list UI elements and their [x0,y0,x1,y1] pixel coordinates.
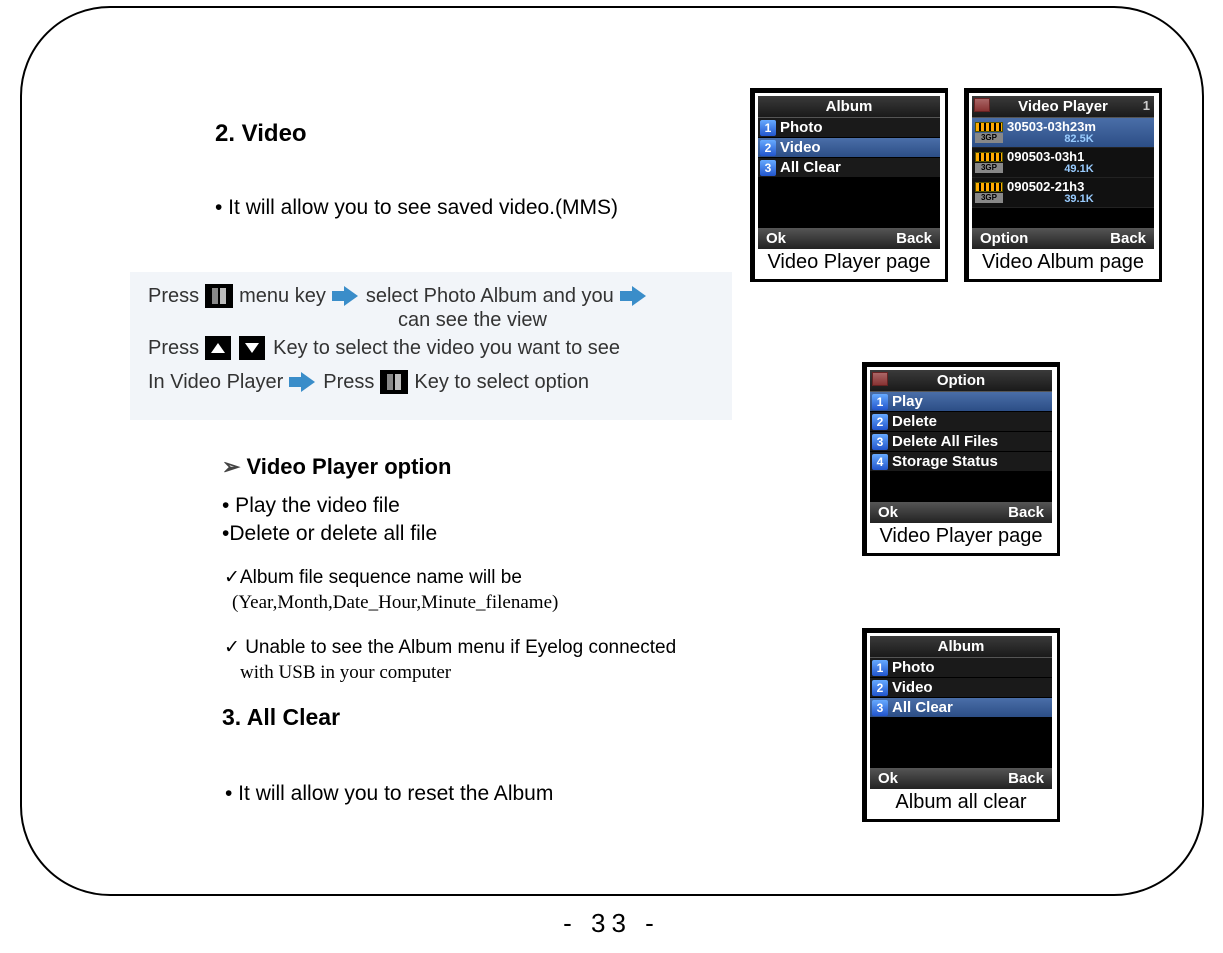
arrow-right-icon [620,286,648,306]
menu-item-label: All Clear [780,159,841,176]
softkey-ok[interactable]: Ok [878,770,898,787]
menu-key-icon [205,284,233,308]
phone-caption: Video Player page [758,249,940,274]
subheading-video-player-option: ➢Video Player option [222,454,451,480]
menu-item-number: 2 [872,414,888,430]
menu-item-number: 2 [760,140,776,156]
instr-text: Press [148,282,199,310]
menu-item[interactable]: 4Storage Status [870,452,1052,472]
note-usb-line2: with USB in your computer [240,662,451,684]
all-clear-intro: • It will allow you to reset the Album [225,782,553,806]
instr-text: menu key [239,282,326,310]
menu-item[interactable]: 1Play [870,392,1052,412]
menu-item-label: Photo [780,119,823,136]
menu-item-label: Video [780,139,821,156]
page-number: - 33 - [0,908,1223,939]
instr-text: Press [323,368,374,396]
menu-item-number: 2 [872,680,888,696]
menu-item-number: 4 [872,454,888,470]
phone-title: Album [758,96,940,118]
menu-item-number: 3 [872,434,888,450]
menu-item[interactable]: 3Delete All Files [870,432,1052,452]
phone-caption: Video Album page [972,249,1154,274]
menu-item[interactable]: 3All Clear [758,158,940,178]
film-3gp-icon: 3GP [975,152,1003,173]
menu-item-label: Video [892,679,933,696]
menu-item[interactable]: 1Photo [870,658,1052,678]
softkey-back[interactable]: Back [1110,230,1146,247]
phone-album-video: Album 1Photo2Video3All Clear Ok Back Vid… [750,88,948,282]
arrow-right-icon [289,372,317,392]
record-icon [974,98,990,112]
phone-caption: Album all clear [870,789,1052,814]
phone-option-menu: Option 1Play2Delete3Delete All Files4Sto… [862,362,1060,556]
menu-item-label: Play [892,393,923,410]
menu-item-number: 1 [872,394,888,410]
video-file-name: 090503-03h1 [1007,150,1151,163]
softkey-back[interactable]: Back [1008,770,1044,787]
menu-item-label: Delete All Files [892,433,998,450]
down-key-icon [239,336,265,360]
video-file-item[interactable]: 3GP 090502-21h339.1K [972,178,1154,208]
film-3gp-icon: 3GP [975,182,1003,203]
phone-title: Option [870,370,1052,392]
instr-text: Press [148,334,199,362]
instr-text: Key to select the video you want to see [273,334,620,362]
video-file-size: 39.1K [1007,193,1151,205]
video-file-size: 82.5K [1007,133,1151,145]
video-intro: • It will allow you to see saved video.(… [215,196,618,220]
file-count: 1 [1143,98,1150,113]
menu-item-number: 1 [760,120,776,136]
softkey-back[interactable]: Back [896,230,932,247]
menu-key-icon [380,370,408,394]
instruction-box: Press menu key select Photo Album and yo… [130,272,732,420]
menu-item[interactable]: 1Photo [758,118,940,138]
softkey-ok[interactable]: Ok [766,230,786,247]
instr-text: In Video Player [148,368,283,396]
triangle-bullet-icon: ➢ [222,454,240,479]
phone-video-player-list: Video Player 1 3GP 30503-03h23m82.5K 3GP 09… [964,88,1162,282]
note-filename-format-line2: (Year,Month,Date_Hour,Minute_filename) [232,592,558,614]
menu-item-label: Storage Status [892,453,998,470]
phone-title: Album [870,636,1052,658]
menu-item-number: 1 [872,660,888,676]
softkey-option[interactable]: Option [980,230,1028,247]
softkey-ok[interactable]: Ok [878,504,898,521]
record-icon [872,372,888,386]
instr-text: can see the view [398,306,547,334]
film-3gp-icon: 3GP [975,122,1003,143]
up-key-icon [205,336,231,360]
menu-item-label: All Clear [892,699,953,716]
menu-item-label: Photo [892,659,935,676]
video-file-item[interactable]: 3GP 30503-03h23m82.5K [972,118,1154,148]
note-filename-format: ✓Album file sequence name will be [224,566,522,589]
note-usb: ✓ Unable to see the Album menu if Eyelog… [224,636,676,659]
menu-item[interactable]: 2Video [758,138,940,158]
menu-item-number: 3 [760,160,776,176]
menu-item-label: Delete [892,413,937,430]
video-file-item[interactable]: 3GP 090503-03h149.1K [972,148,1154,178]
instr-text: Key to select option [414,368,589,396]
phone-album-allclear: Album 1Photo2Video3All Clear Ok Back Alb… [862,628,1060,822]
menu-item[interactable]: 2Video [870,678,1052,698]
arrow-right-icon [332,286,360,306]
menu-item-number: 3 [872,700,888,716]
menu-item[interactable]: 3All Clear [870,698,1052,718]
heading-all-clear: 3. All Clear [222,704,340,731]
option-play: • Play the video file [222,494,400,518]
phone-title: Video Player 1 [972,96,1154,118]
option-delete: •Delete or delete all file [222,522,437,546]
video-file-size: 49.1K [1007,163,1151,175]
heading-video: 2. Video [215,120,307,148]
video-file-name: 30503-03h23m [1007,120,1151,133]
phone-caption: Video Player page [870,523,1052,548]
softkey-back[interactable]: Back [1008,504,1044,521]
video-file-name: 090502-21h3 [1007,180,1151,193]
menu-item[interactable]: 2Delete [870,412,1052,432]
